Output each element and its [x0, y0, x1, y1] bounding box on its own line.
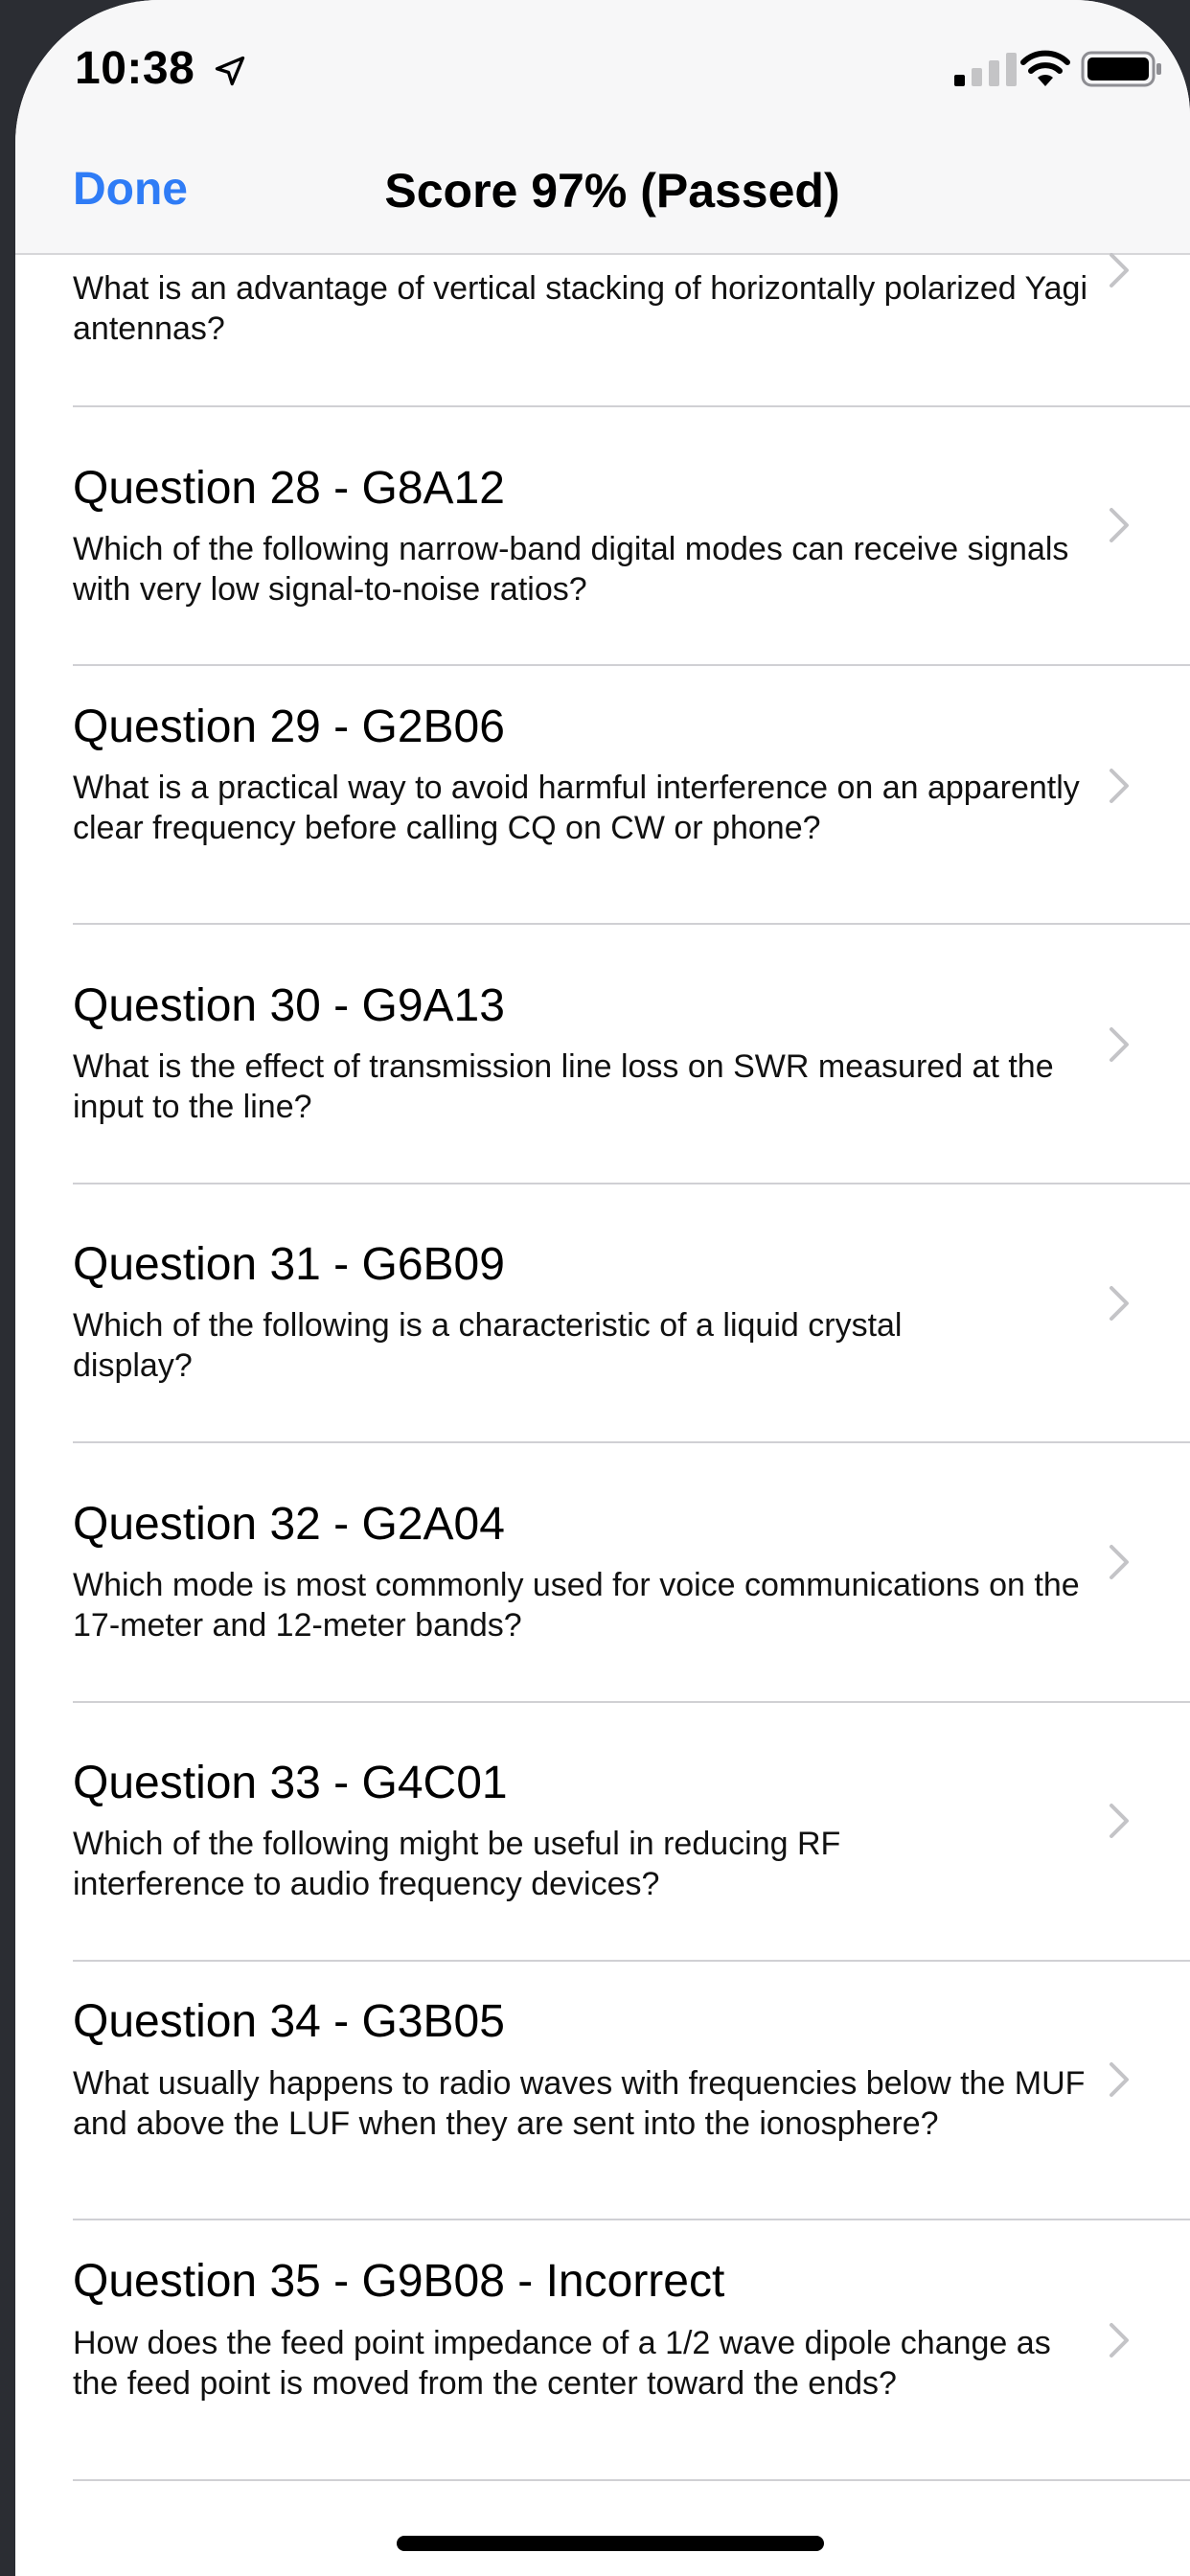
- separator: [73, 1441, 1190, 1443]
- separator: [73, 2219, 1190, 2220]
- wifi-icon: [1020, 50, 1070, 86]
- question-title[interactable]: Question 29 - G2B06: [73, 701, 505, 753]
- status-bar: 10:38: [15, 0, 1190, 134]
- chevron-right-icon: [1110, 1027, 1129, 1062]
- chevron-right-icon: [1110, 1804, 1129, 1838]
- chevron-right-icon: [1110, 1545, 1129, 1579]
- chevron-right-icon: [1110, 508, 1129, 542]
- cellular-signal-icon: [954, 53, 1017, 86]
- separator: [73, 1960, 1190, 1962]
- question-text[interactable]: Which of the following narrow-band digit…: [73, 529, 1098, 610]
- separator: [73, 664, 1190, 666]
- battery-icon: [1081, 51, 1161, 87]
- question-title[interactable]: Question 33 - G4C01: [73, 1757, 508, 1809]
- question-title[interactable]: Question 28 - G8A12: [73, 462, 505, 515]
- question-text[interactable]: What usually happens to radio waves with…: [73, 2063, 1098, 2144]
- question-title[interactable]: Question 31 - G6B09: [73, 1238, 505, 1291]
- question-text[interactable]: What is the effect of transmission line …: [73, 1046, 1098, 1127]
- chevron-right-icon: [1110, 769, 1129, 803]
- separator: [73, 1701, 1190, 1703]
- location-arrow-icon: [215, 56, 245, 86]
- status-time: 10:38: [75, 43, 195, 94]
- home-indicator[interactable]: [397, 2536, 824, 2551]
- question-text[interactable]: How does the feed point impedance of a 1…: [73, 2323, 1098, 2404]
- separator: [73, 923, 1190, 925]
- chevron-right-icon: [1110, 2323, 1129, 2358]
- separator: [73, 1183, 1190, 1184]
- chevron-right-icon: [1110, 253, 1129, 288]
- navigation-bar: Done Score 97% (Passed): [15, 134, 1190, 255]
- screen: 10:38 Done Score 97% (Passed) What is an…: [15, 0, 1190, 2576]
- separator: [73, 405, 1190, 407]
- question-title[interactable]: Question 30 - G9A13: [73, 979, 505, 1032]
- question-text[interactable]: What is an advantage of vertical stackin…: [73, 268, 1098, 349]
- question-text[interactable]: Which of the following is a characterist…: [73, 1305, 935, 1386]
- question-text[interactable]: Which mode is most commonly used for voi…: [73, 1565, 1098, 1645]
- chevron-right-icon: [1110, 1286, 1129, 1321]
- question-text[interactable]: Which of the following might be useful i…: [73, 1824, 993, 1904]
- question-title[interactable]: Question 34 - G3B05: [73, 1995, 505, 2048]
- question-title[interactable]: Question 35 - G9B08 - Incorrect: [73, 2255, 724, 2308]
- question-text[interactable]: What is a practical way to avoid harmful…: [73, 768, 1098, 848]
- question-title[interactable]: Question 32 - G2A04: [73, 1498, 505, 1551]
- page-title: Score 97% (Passed): [384, 164, 840, 218]
- separator: [73, 2479, 1190, 2481]
- chevron-right-icon: [1110, 2062, 1129, 2097]
